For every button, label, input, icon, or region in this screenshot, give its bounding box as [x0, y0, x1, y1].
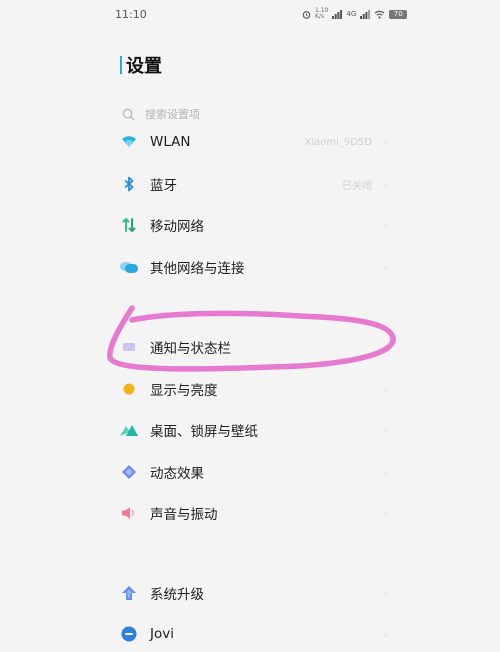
chevron-right-icon: ›	[383, 218, 388, 232]
settings-item-other-connections[interactable]: 其他网络与连接 ›	[118, 252, 388, 282]
settings-item-value: Xiaomi_9D5D	[304, 136, 372, 148]
chevron-right-icon: ›	[383, 627, 388, 641]
settings-item-sound[interactable]: 声音与振动 ›	[118, 498, 388, 528]
settings-item-label: 动态效果	[150, 466, 204, 482]
brightness-icon	[118, 378, 140, 400]
chevron-right-icon: ›	[383, 465, 388, 479]
notification-icon	[118, 336, 140, 358]
mobile-network-icon	[118, 214, 140, 236]
chevron-right-icon: ›	[383, 506, 388, 520]
wifi-icon	[118, 131, 140, 153]
settings-item-label: 移动网络	[150, 219, 204, 235]
chevron-right-icon: ›	[383, 586, 388, 600]
settings-item-wallpaper[interactable]: 桌面、锁屏与壁纸 ›	[118, 415, 388, 445]
settings-item-label: 通知与状态栏	[150, 341, 231, 357]
chevron-right-icon: ›	[383, 260, 388, 274]
settings-item-mobile-network[interactable]: 移动网络 ›	[118, 210, 388, 240]
wallpaper-icon	[118, 419, 140, 441]
settings-item-label: 系统升级	[150, 587, 204, 603]
settings-item-display-brightness[interactable]: 显示与亮度 ›	[118, 374, 388, 404]
settings-item-wlan[interactable]: WLAN Xiaomi_9D5D ›	[118, 127, 388, 157]
system-update-icon	[118, 582, 140, 604]
jovi-icon	[118, 623, 140, 645]
bluetooth-icon	[118, 173, 140, 195]
settings-item-animation[interactable]: 动态效果 ›	[118, 457, 388, 487]
settings-item-bluetooth[interactable]: 蓝牙 已关闭 ›	[118, 169, 388, 199]
settings-item-label: 显示与亮度	[150, 383, 218, 399]
animation-icon	[118, 461, 140, 483]
chevron-right-icon: ›	[383, 382, 388, 396]
chevron-right-icon: ›	[383, 340, 388, 354]
settings-item-label: 其他网络与连接	[150, 261, 245, 277]
settings-item-label: 桌面、锁屏与壁纸	[150, 424, 258, 440]
settings-item-label: Jovi	[150, 626, 174, 642]
chevron-right-icon: ›	[383, 135, 388, 149]
sound-icon	[118, 502, 140, 524]
chevron-right-icon: ›	[383, 177, 388, 191]
settings-item-label: 蓝牙	[150, 178, 177, 194]
settings-item-label: WLAN	[150, 134, 191, 150]
settings-list: WLAN Xiaomi_9D5D › 蓝牙 已关闭 › 移动网络 › 其他网络与…	[0, 0, 500, 652]
chevron-right-icon: ›	[383, 423, 388, 437]
settings-item-notifications[interactable]: 通知与状态栏 ›	[118, 332, 388, 362]
settings-item-system-update[interactable]: 系统升级 ›	[118, 578, 388, 608]
settings-item-value: 已关闭	[342, 180, 372, 192]
other-connections-icon	[118, 256, 140, 278]
settings-item-label: 声音与振动	[150, 507, 218, 523]
settings-item-jovi[interactable]: Jovi ›	[118, 619, 388, 649]
